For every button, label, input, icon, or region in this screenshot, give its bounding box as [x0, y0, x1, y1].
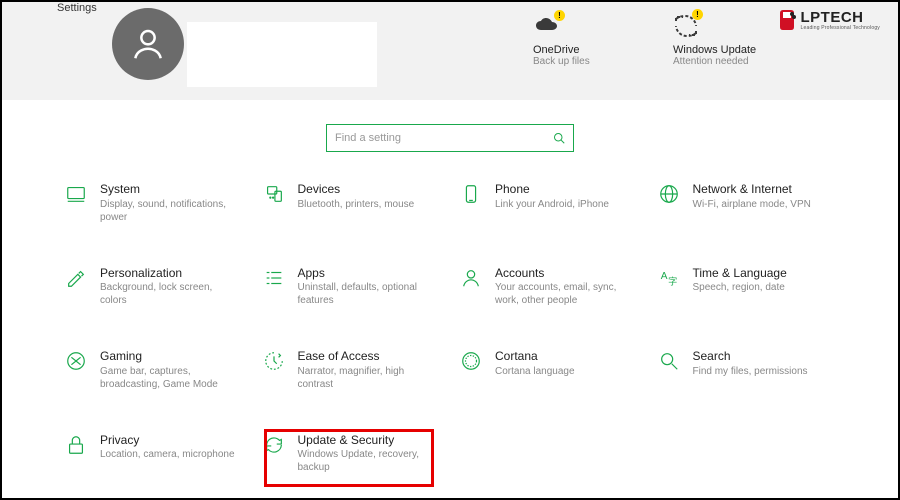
category-title: System: [100, 182, 240, 198]
category-title: Ease of Access: [298, 349, 438, 365]
svg-text:A: A: [660, 271, 667, 282]
category-sub: Speech, region, date: [693, 281, 787, 294]
status-group: ! OneDrive Back up files ! Windows Updat…: [533, 12, 773, 67]
category-sub: Windows Update, recovery, backup: [298, 448, 438, 474]
category-title: Time & Language: [693, 266, 787, 282]
category-devices[interactable]: Devices Bluetooth, printers, mouse: [258, 178, 446, 228]
header: Settings ! OneDrive Back up files: [2, 2, 898, 100]
category-sub: Your accounts, email, sync, work, other …: [495, 281, 635, 307]
category-title: Gaming: [100, 349, 240, 365]
category-title: Search: [693, 349, 808, 365]
user-icon: [129, 25, 167, 63]
category-sub: Uninstall, defaults, optional features: [298, 281, 438, 307]
logo-text: LPTECH: [801, 9, 864, 26]
status-onedrive[interactable]: ! OneDrive Back up files: [533, 12, 633, 67]
status-onedrive-sub: Back up files: [533, 56, 590, 67]
category-title: Network & Internet: [693, 182, 811, 198]
phone-icon: [459, 182, 483, 206]
category-sub: Display, sound, notifications, power: [100, 198, 240, 224]
category-sub: Bluetooth, printers, mouse: [298, 198, 415, 211]
status-onedrive-title: OneDrive: [533, 44, 579, 56]
system-icon: [64, 182, 88, 206]
search-input[interactable]: [335, 132, 553, 144]
category-title: Cortana: [495, 349, 575, 365]
status-windows-update[interactable]: ! Windows Update Attention needed: [673, 12, 773, 67]
search-icon: [553, 132, 565, 144]
category-sub: Narrator, magnifier, high contrast: [298, 365, 438, 391]
category-apps[interactable]: Apps Uninstall, defaults, optional featu…: [258, 262, 446, 312]
searchcat-icon: [657, 349, 681, 373]
gaming-icon: [64, 349, 88, 373]
personalization-icon: [64, 266, 88, 290]
category-title: Devices: [298, 182, 415, 198]
update-security-icon: [262, 433, 286, 457]
warning-badge-icon: !: [554, 10, 565, 21]
accounts-icon: [459, 266, 483, 290]
svg-text:字: 字: [668, 275, 677, 286]
category-sub: Find my files, permissions: [693, 365, 808, 378]
category-cortana[interactable]: Cortana Cortana language: [455, 345, 643, 395]
privacy-icon: [64, 433, 88, 457]
windows-update-icon: !: [673, 12, 699, 40]
category-title: Accounts: [495, 266, 635, 282]
settings-grid: System Display, sound, notifications, po…: [2, 178, 898, 478]
category-search[interactable]: Search Find my files, permissions: [653, 345, 841, 395]
category-sub: Wi-Fi, airplane mode, VPN: [693, 198, 811, 211]
warning-badge-icon: !: [692, 9, 703, 20]
category-title: Privacy: [100, 433, 235, 449]
network-icon: [657, 182, 681, 206]
category-time-language[interactable]: A字 Time & Language Speech, region, date: [653, 262, 841, 312]
category-phone[interactable]: Phone Link your Android, iPhone: [455, 178, 643, 228]
cortana-icon: [459, 349, 483, 373]
search-container: [2, 124, 898, 152]
category-title: Update & Security: [298, 433, 438, 449]
category-sub: Link your Android, iPhone: [495, 198, 609, 211]
logo-subtext: Leading Professional Technology: [801, 25, 881, 31]
user-info-blank: [187, 22, 377, 87]
category-system[interactable]: System Display, sound, notifications, po…: [60, 178, 248, 228]
category-ease-of-access[interactable]: Ease of Access Narrator, magnifier, high…: [258, 345, 446, 395]
status-update-title: Windows Update: [673, 44, 756, 56]
category-title: Apps: [298, 266, 438, 282]
category-gaming[interactable]: Gaming Game bar, captures, broadcasting,…: [60, 345, 248, 395]
category-network[interactable]: Network & Internet Wi-Fi, airplane mode,…: [653, 178, 841, 228]
page-title: Settings: [57, 2, 97, 14]
logo-icon: [777, 8, 797, 32]
category-accounts[interactable]: Accounts Your accounts, email, sync, wor…: [455, 262, 643, 312]
ease-of-access-icon: [262, 349, 286, 373]
category-title: Phone: [495, 182, 609, 198]
category-sub: Cortana language: [495, 365, 575, 378]
category-personalization[interactable]: Personalization Background, lock screen,…: [60, 262, 248, 312]
category-sub: Location, camera, microphone: [100, 448, 235, 461]
devices-icon: [262, 182, 286, 206]
avatar[interactable]: [112, 8, 184, 80]
apps-icon: [262, 266, 286, 290]
search-box[interactable]: [326, 124, 574, 152]
category-update-security[interactable]: Update & Security Windows Update, recove…: [258, 429, 446, 479]
brand-logo: LPTECH Leading Professional Technology: [777, 8, 881, 32]
category-privacy[interactable]: Privacy Location, camera, microphone: [60, 429, 248, 479]
onedrive-icon: !: [533, 12, 563, 40]
category-sub: Game bar, captures, broadcasting, Game M…: [100, 365, 240, 391]
category-sub: Background, lock screen, colors: [100, 281, 240, 307]
category-title: Personalization: [100, 266, 240, 282]
status-update-sub: Attention needed: [673, 56, 749, 67]
time-language-icon: A字: [657, 266, 681, 290]
